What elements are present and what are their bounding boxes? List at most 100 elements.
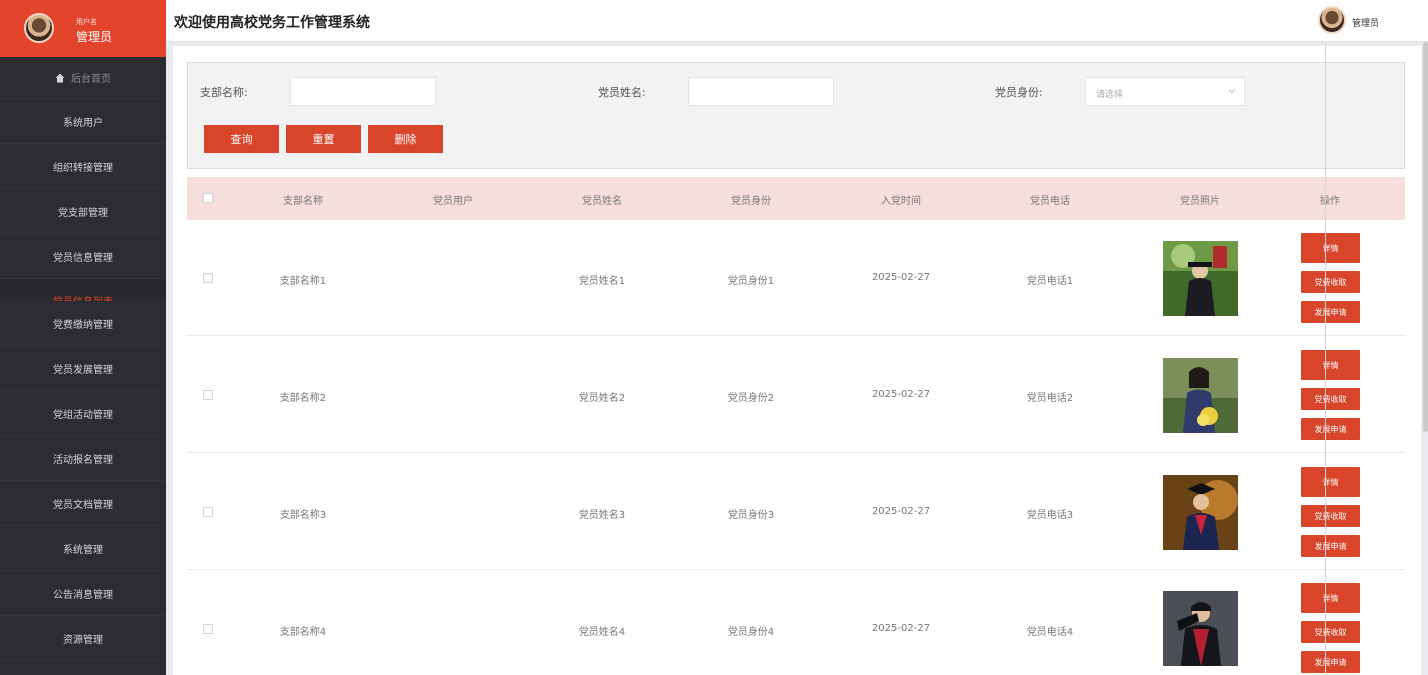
sidebar-item-label: 党员发展管理 [53, 364, 113, 376]
member-name-input[interactable] [688, 77, 834, 106]
sidebar-item-label: 党员信息列表 [53, 293, 113, 301]
sidebar-item-label: 后台首页 [71, 74, 111, 85]
cell-phone: 党员电话1 [1026, 276, 1074, 287]
member-photo [1163, 591, 1238, 666]
cell-phone: 党员电话3 [1026, 510, 1074, 521]
sidebar-item-label: 组织转接管理 [53, 162, 113, 174]
sidebar-item-system-users[interactable]: 系统用户 [0, 99, 166, 144]
row-checkbox[interactable] [203, 624, 213, 634]
query-button[interactable]: 查询 [204, 125, 279, 153]
user-name[interactable]: 管理员 [1352, 16, 1379, 29]
column-header: 党员用户 [433, 196, 473, 207]
table-row: 支部名称4 党员姓名4 党员身份4 2025-02-27 党员电话4 详情 党费… [187, 571, 1405, 675]
column-header: 入党时间 [881, 196, 921, 207]
divider [1325, 42, 1326, 675]
cell-date: 2025-02-27 [871, 506, 931, 517]
sidebar-item-label: 资源管理 [63, 634, 103, 646]
cell-identity: 党员身份3 [727, 510, 775, 521]
fee-collect-button[interactable]: 党费收取 [1301, 505, 1360, 527]
sidebar-username-label: 用户名 [76, 18, 97, 26]
development-apply-button[interactable]: 发展申请 [1301, 535, 1360, 557]
sidebar-item-notices[interactable]: 公告消息管理 [0, 571, 166, 616]
row-checkbox[interactable] [203, 273, 213, 283]
sidebar-avatar [24, 13, 54, 43]
sidebar-subitem-member-list[interactable]: 党员信息列表 [0, 279, 166, 301]
cell-phone: 党员电话4 [1026, 627, 1074, 638]
cell-identity: 党员身份4 [727, 627, 775, 638]
cell-name: 党员姓名1 [578, 276, 626, 287]
cell-identity: 党员身份2 [727, 393, 775, 404]
sidebar-item-label: 党组活动管理 [53, 409, 113, 421]
sidebar-item-label: 党费缴纳管理 [53, 319, 113, 331]
sidebar-item-home[interactable]: 后台首页 [0, 57, 166, 99]
sidebar-item-org-transfer[interactable]: 组织转接管理 [0, 144, 166, 189]
column-header: 操作 [1320, 196, 1340, 207]
detail-button[interactable]: 详情 [1301, 233, 1360, 263]
page-title: 欢迎使用高校党务工作管理系统 [174, 15, 370, 31]
sidebar-item-activity[interactable]: 党组活动管理 [0, 391, 166, 436]
select-placeholder: 请选择 [1096, 90, 1124, 100]
sidebar-item-label: 系统用户 [63, 117, 103, 129]
sidebar-item-label: 系统管理 [63, 544, 103, 556]
detail-button[interactable]: 详情 [1301, 467, 1360, 497]
sidebar-item-label: 党员文档管理 [53, 499, 113, 511]
sidebar-brand: 用户名 管理员 [0, 0, 166, 57]
sidebar-item-label: 党支部管理 [58, 207, 108, 219]
table-row: 支部名称1 党员姓名1 党员身份1 2025-02-27 党员电话1 详情 党费… [187, 220, 1405, 336]
member-photo [1163, 475, 1238, 550]
cell-date: 2025-02-27 [871, 272, 931, 283]
cell-phone: 党员电话2 [1026, 393, 1074, 404]
sidebar-item-branch[interactable]: 党支部管理 [0, 189, 166, 234]
delete-button[interactable]: 删除 [368, 125, 443, 153]
row-checkbox[interactable] [203, 390, 213, 400]
fee-collect-button[interactable]: 党费收取 [1301, 271, 1360, 293]
cell-name: 党员姓名4 [578, 627, 626, 638]
cell-branch: 支部名称3 [279, 510, 327, 521]
development-apply-button[interactable]: 发展申请 [1301, 418, 1360, 440]
sidebar-item-signup[interactable]: 活动报名管理 [0, 436, 166, 481]
sidebar-menu: 后台首页 系统用户 组织转接管理 党支部管理 党员信息管理 党员信息列表 党费缴… [0, 57, 166, 661]
fee-collect-button[interactable]: 党费收取 [1301, 388, 1360, 410]
detail-button[interactable]: 详情 [1301, 350, 1360, 380]
user-avatar[interactable] [1318, 6, 1346, 34]
scrollbar[interactable] [1423, 42, 1428, 432]
sidebar-item-system[interactable]: 系统管理 [0, 526, 166, 571]
member-identity-select[interactable]: 请选择 [1085, 77, 1245, 106]
cell-branch: 支部名称4 [279, 627, 327, 638]
search-panel: 支部名称: 党员姓名: 党员身份: 请选择 查询 重置 删除 [187, 62, 1405, 169]
column-header: 党员姓名 [582, 196, 622, 207]
branch-name-label: 支部名称: [200, 86, 248, 99]
cell-name: 党员姓名2 [578, 393, 626, 404]
sidebar-item-documents[interactable]: 党员文档管理 [0, 481, 166, 526]
cell-name: 党员姓名3 [578, 510, 626, 521]
member-photo [1163, 241, 1238, 316]
member-identity-label: 党员身份: [995, 86, 1043, 99]
sidebar-item-development[interactable]: 党员发展管理 [0, 346, 166, 391]
top-bar: 欢迎使用高校党务工作管理系统 管理员 [166, 0, 1428, 42]
sidebar-item-member-info[interactable]: 党员信息管理 [0, 234, 166, 279]
sidebar-user-role: 管理员 [76, 30, 113, 44]
sidebar-item-fee[interactable]: 党费缴纳管理 [0, 301, 166, 346]
cell-date: 2025-02-27 [871, 389, 931, 400]
table-row: 支部名称3 党员姓名3 党员身份3 2025-02-27 党员电话3 详情 党费… [187, 454, 1405, 570]
chevron-down-icon [1228, 89, 1236, 94]
column-header: 党员照片 [1180, 196, 1220, 207]
cell-identity: 党员身份1 [727, 276, 775, 287]
select-all-checkbox[interactable] [203, 193, 213, 203]
detail-button[interactable]: 详情 [1301, 583, 1360, 613]
reset-button[interactable]: 重置 [286, 125, 361, 153]
sidebar: 用户名 管理员 后台首页 系统用户 组织转接管理 党支部管理 党员信息管理 党员… [0, 0, 166, 675]
development-apply-button[interactable]: 发展申请 [1301, 301, 1360, 323]
home-icon [55, 73, 65, 82]
cell-branch: 支部名称2 [279, 393, 327, 404]
branch-name-input[interactable] [290, 77, 436, 106]
sidebar-item-resources[interactable]: 资源管理 [0, 616, 166, 661]
development-apply-button[interactable]: 发展申请 [1301, 651, 1360, 673]
member-name-label: 党员姓名: [598, 86, 646, 99]
sidebar-item-label: 活动报名管理 [53, 454, 113, 466]
cell-branch: 支部名称1 [279, 276, 327, 287]
cell-date: 2025-02-27 [871, 623, 931, 634]
table-header: 支部名称 党员用户 党员姓名 党员身份 入党时间 党员电话 党员照片 操作 [187, 177, 1405, 220]
fee-collect-button[interactable]: 党费收取 [1301, 621, 1360, 643]
row-checkbox[interactable] [203, 507, 213, 517]
